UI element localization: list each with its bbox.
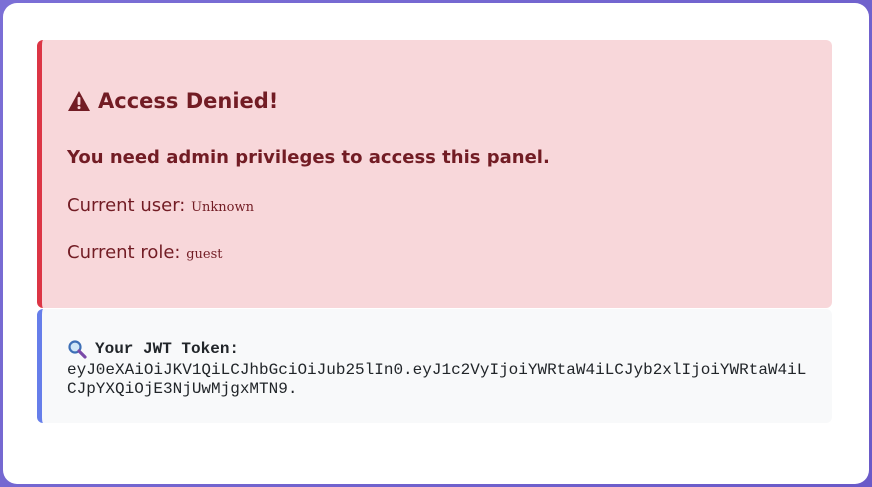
main-card: Access Denied! You need admin privileges… [3,3,869,484]
jwt-token-heading: Your JWT Token: [67,339,239,359]
current-role-line: Current role: guest [67,242,223,263]
alert-title-text: Access Denied! [98,89,279,113]
current-user-label: Current user: [67,195,186,216]
jwt-token-value: eyJ0eXAiOiJKV1QiLCJhbGciOiJub25lIn0.eyJ1… [67,361,807,398]
access-denied-alert: Access Denied! You need admin privileges… [37,40,832,308]
warning-icon [67,90,91,112]
magnifier-icon [67,339,87,359]
jwt-token-box: Your JWT Token: eyJ0eXAiOiJKV1QiLCJhbGci… [37,309,832,423]
current-user-line: Current user: Unknown [67,195,254,216]
alert-message: You need admin privileges to access this… [67,147,550,168]
alert-title: Access Denied! [67,89,278,113]
jwt-token-label: Your JWT Token: [95,340,240,358]
current-user-value: Unknown [191,200,254,215]
current-role-value: guest [186,247,223,262]
current-role-label: Current role: [67,242,181,263]
